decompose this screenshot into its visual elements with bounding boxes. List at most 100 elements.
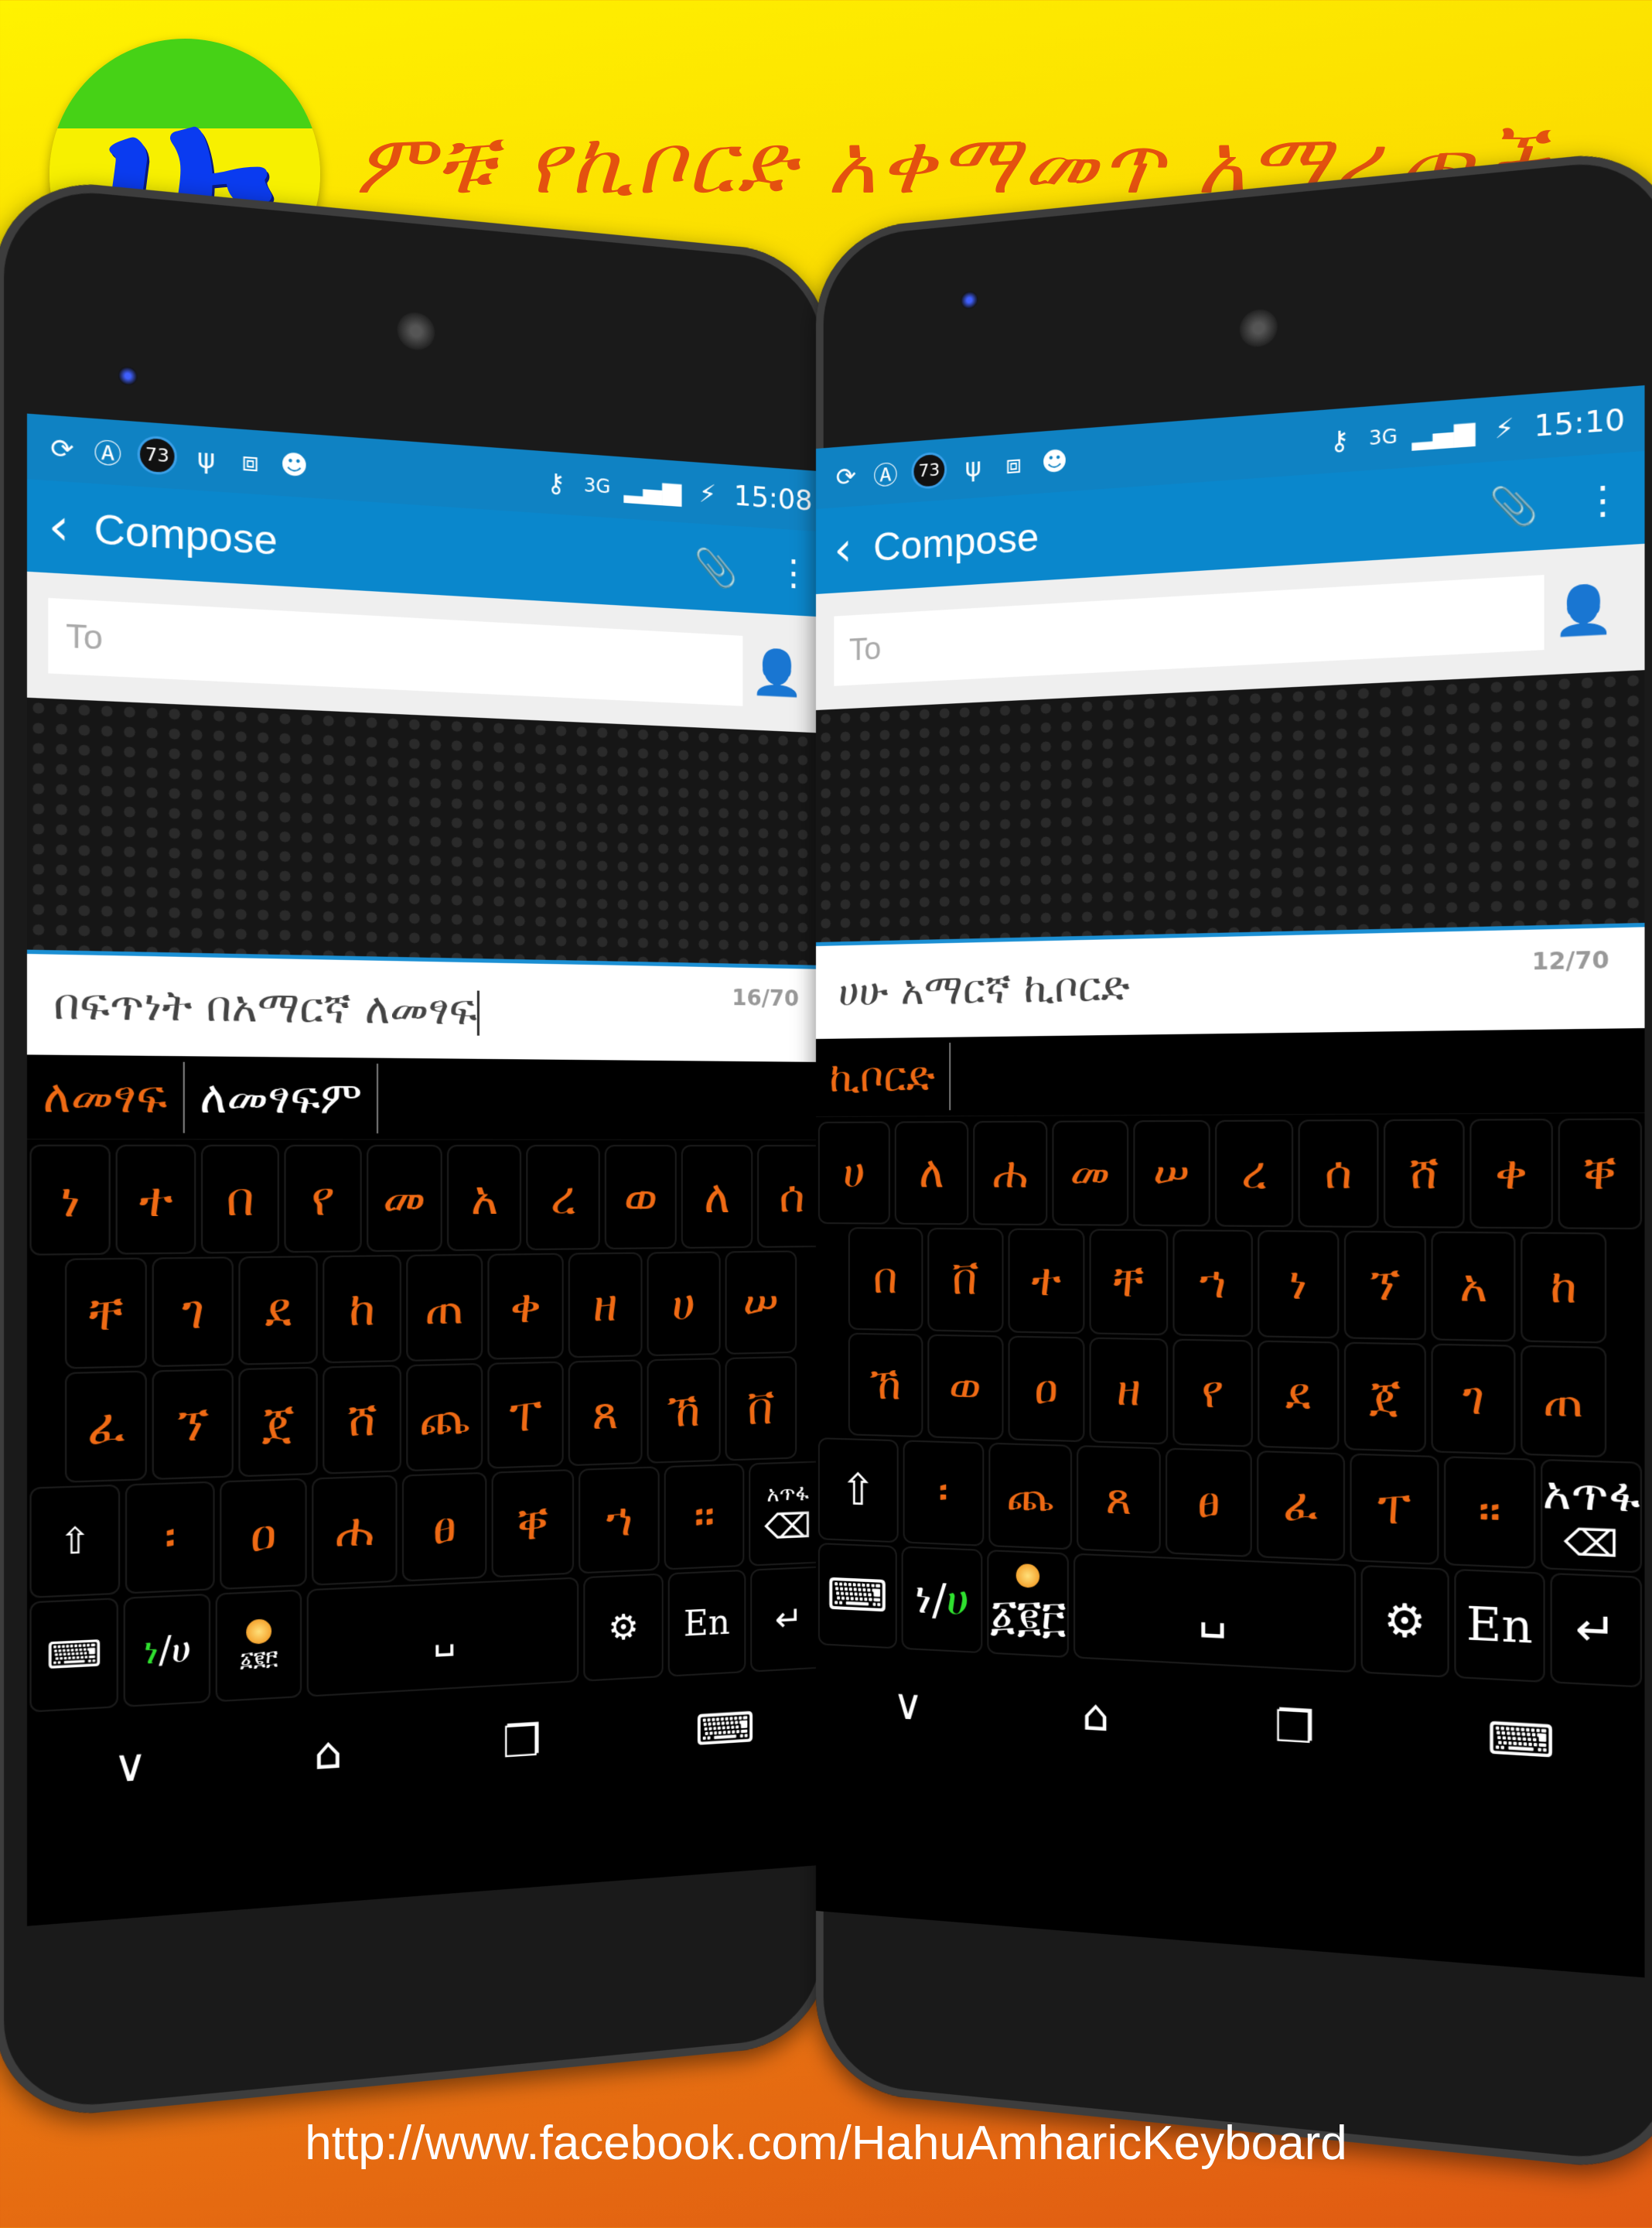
key[interactable]: ጸ: [1076, 1445, 1162, 1554]
key[interactable]: ደ: [1258, 1340, 1340, 1450]
nav-recents-icon[interactable]: ❐: [1275, 1700, 1315, 1753]
hide-keyboard-key[interactable]: ⌨: [817, 1543, 898, 1649]
enter-key[interactable]: ↵: [1550, 1572, 1643, 1688]
settings-gear-icon[interactable]: ⚙: [583, 1573, 664, 1682]
shift-key[interactable]: ⇧: [29, 1484, 121, 1598]
key[interactable]: ጸ: [568, 1359, 643, 1467]
key[interactable]: ረ: [1215, 1119, 1294, 1228]
facebook-link[interactable]: http://www.facebook.com/HahuAmharicKeybo…: [0, 2116, 1652, 2171]
key[interactable]: ገ: [152, 1256, 234, 1368]
overflow-menu-icon[interactable]: ⋮: [1582, 476, 1623, 524]
key[interactable]: ሐ: [312, 1475, 398, 1586]
contact-picker-icon[interactable]: 👤: [1544, 580, 1623, 640]
key[interactable]: ጠ: [405, 1253, 483, 1362]
backspace-key[interactable]: አጥፋ ⌫: [748, 1461, 828, 1567]
back-arrow-icon[interactable]: ‹: [48, 497, 69, 557]
key[interactable]: ቐ: [1558, 1118, 1643, 1230]
key[interactable]: ቐ: [491, 1469, 574, 1578]
key[interactable]: ሸ: [323, 1365, 401, 1475]
overflow-menu-icon[interactable]: ⋮: [777, 551, 811, 595]
nav-home-icon[interactable]: ⌂: [314, 1727, 343, 1780]
key[interactable]: ጀ: [238, 1366, 319, 1478]
key[interactable]: ፐ: [1350, 1453, 1439, 1565]
key[interactable]: ቸ: [64, 1257, 148, 1369]
key[interactable]: ደ: [238, 1256, 319, 1365]
key[interactable]: ቨ: [725, 1355, 797, 1461]
shift-key[interactable]: ⇧: [817, 1437, 899, 1543]
key[interactable]: ጨ: [405, 1362, 483, 1472]
key[interactable]: ዘ: [1089, 1337, 1169, 1445]
key[interactable]: አ: [447, 1144, 522, 1252]
key[interactable]: ፈ: [1257, 1450, 1345, 1561]
key[interactable]: ኸ: [647, 1358, 721, 1464]
hide-keyboard-key[interactable]: ⌨: [29, 1598, 119, 1713]
language-key[interactable]: En: [1454, 1568, 1545, 1683]
key[interactable]: በ: [848, 1227, 923, 1331]
key[interactable]: ሀ: [647, 1251, 721, 1357]
key[interactable]: ሠ: [1132, 1119, 1210, 1227]
key[interactable]: ሸ: [1383, 1119, 1465, 1228]
key[interactable]: ወ: [604, 1144, 678, 1250]
key[interactable]: ሰ: [1299, 1119, 1379, 1228]
suggestion-item[interactable]: ኪቦርድ: [816, 1042, 951, 1111]
attach-icon[interactable]: 📎: [1490, 481, 1539, 530]
nav-home-icon[interactable]: ⌂: [1082, 1689, 1109, 1741]
key[interactable]: ረ: [526, 1144, 600, 1251]
key[interactable]: መ: [1052, 1120, 1128, 1226]
key[interactable]: ጠ: [1521, 1345, 1607, 1458]
key[interactable]: የ: [284, 1144, 362, 1253]
key[interactable]: ቸ: [1089, 1228, 1169, 1336]
key[interactable]: ቨ: [927, 1228, 1004, 1333]
message-field[interactable]: ሀሁ አማርኛ ኪቦርድ 12/70: [816, 922, 1645, 1039]
key[interactable]: ጀ: [1343, 1341, 1427, 1453]
key[interactable]: ፐ: [487, 1361, 564, 1469]
key[interactable]: ፈ: [64, 1370, 148, 1483]
nav-back-icon[interactable]: ∨: [113, 1738, 147, 1792]
key[interactable]: ወ: [927, 1334, 1004, 1440]
backspace-key[interactable]: አጥፋ ⌫: [1540, 1458, 1643, 1574]
suggestion-item[interactable]: ለመፃፍ: [26, 1060, 185, 1133]
key[interactable]: ከ: [323, 1255, 401, 1364]
key[interactable]: መ: [366, 1144, 442, 1252]
key[interactable]: ጨ: [988, 1442, 1072, 1550]
key[interactable]: ሠ: [725, 1250, 797, 1355]
key[interactable]: ተ: [116, 1144, 196, 1255]
back-arrow-icon[interactable]: ‹: [834, 522, 852, 578]
key[interactable]: ለ: [895, 1121, 969, 1225]
key[interactable]: ።: [1444, 1456, 1536, 1569]
nav-back-icon[interactable]: ∨: [893, 1679, 923, 1730]
key[interactable]: ነ: [29, 1144, 111, 1256]
key[interactable]: ለ: [681, 1144, 753, 1249]
key[interactable]: ኘ: [1343, 1230, 1427, 1341]
key[interactable]: በ: [200, 1144, 280, 1254]
key[interactable]: ኸ: [848, 1332, 923, 1438]
key[interactable]: ዘ: [568, 1252, 643, 1358]
space-key[interactable]: ␣: [306, 1577, 579, 1697]
key[interactable]: ፀ: [1166, 1447, 1252, 1557]
key[interactable]: ሀ: [817, 1121, 891, 1225]
emoji-numbers-key[interactable]: ፩፪፫: [216, 1589, 302, 1703]
key[interactable]: ገ: [1432, 1343, 1516, 1455]
contact-picker-icon[interactable]: 👤: [742, 645, 811, 700]
emoji-numbers-key[interactable]: ፩፪፫: [987, 1550, 1070, 1659]
ime-switch-icon[interactable]: ⌨: [1487, 1711, 1555, 1768]
key[interactable]: ኘ: [152, 1369, 234, 1481]
key[interactable]: ዐ: [219, 1478, 307, 1591]
key[interactable]: ቀ: [487, 1252, 564, 1360]
key[interactable]: ።: [664, 1463, 744, 1570]
key[interactable]: ፡: [903, 1440, 985, 1546]
key[interactable]: የ: [1172, 1338, 1253, 1447]
key[interactable]: ኀ: [1172, 1229, 1253, 1338]
key[interactable]: ኀ: [579, 1466, 660, 1574]
language-key[interactable]: En: [667, 1569, 746, 1677]
key[interactable]: ፀ: [402, 1471, 486, 1582]
key[interactable]: ቀ: [1469, 1119, 1553, 1229]
key[interactable]: ሐ: [973, 1120, 1048, 1226]
key[interactable]: ፡: [125, 1481, 215, 1594]
message-field[interactable]: በፍጥነት በአማርኛ ለመፃፍ 16/70: [26, 949, 829, 1062]
to-field[interactable]: To: [48, 597, 743, 706]
script-toggle-key[interactable]: ነ / ሀ: [902, 1546, 983, 1654]
key[interactable]: ነ: [1258, 1230, 1340, 1339]
suggestion-item[interactable]: ለመፃፍም: [184, 1061, 379, 1134]
ime-switch-icon[interactable]: ⌨: [695, 1702, 755, 1755]
